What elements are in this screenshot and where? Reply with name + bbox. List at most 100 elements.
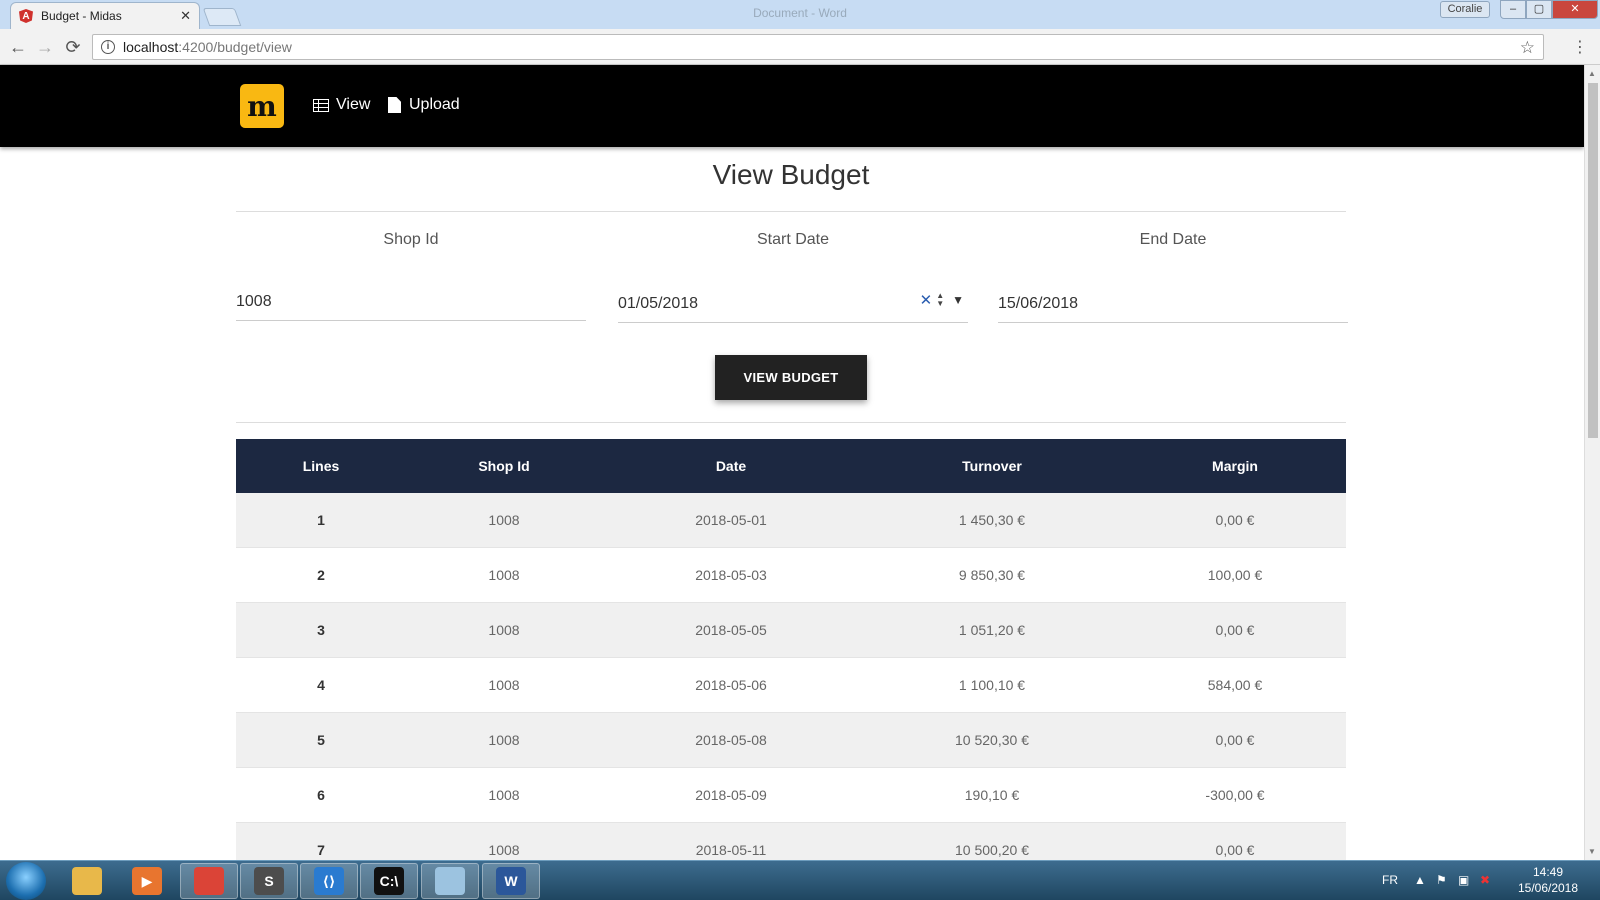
- header-shop-id[interactable]: Shop Id: [406, 458, 602, 474]
- forward-icon[interactable]: →: [35, 37, 55, 57]
- taskbar-app-chrome[interactable]: [180, 863, 238, 899]
- date-cell: 2018-05-05: [695, 622, 767, 638]
- table-row[interactable]: 4 1008 2018-05-06 1 100,10 € 584,00 €: [236, 658, 1346, 713]
- turnover-cell: 190,10 €: [964, 787, 1020, 803]
- date-cell: 2018-05-09: [695, 787, 767, 803]
- date-cell: 2018-05-03: [695, 567, 767, 583]
- taskbar-app-vscode[interactable]: ⟨⟩: [300, 863, 358, 899]
- table-body: 1 1008 2018-05-01 1 450,30 € 0,00 € 2 1008 2018…: [236, 493, 1346, 878]
- date-spinner[interactable]: ▲ ▼: [936, 292, 944, 308]
- profile-badge[interactable]: Coralie: [1440, 1, 1490, 18]
- line-cell: 4: [317, 677, 325, 693]
- spin-down-icon[interactable]: ▼: [936, 300, 944, 308]
- start-date-input[interactable]: [618, 283, 968, 319]
- turnover-cell: 1 100,10 €: [958, 677, 1026, 693]
- shop-id-cell: 1008: [488, 622, 520, 638]
- explorer-icon: [72, 867, 102, 895]
- date-controls: ✕ ▲ ▼ ▼: [920, 291, 964, 310]
- media-player-icon: ▶: [132, 867, 162, 895]
- margin-cell: -300,00 €: [1205, 787, 1265, 803]
- browser-toolbar: ← → ⟳ i localhost:4200/budget/view ☆ ⋮: [0, 29, 1600, 65]
- margin-cell: 0,00 €: [1215, 842, 1255, 858]
- windows-taskbar: ▶ S ⟨⟩ C:\ W FR ▲ ⚑ ▣ ✖ 14:49 15/06/2018: [0, 860, 1600, 900]
- address-bar[interactable]: i localhost:4200/budget/view ☆: [92, 34, 1544, 60]
- line-cell: 1: [317, 512, 325, 528]
- url-path: :4200/budget/view: [178, 39, 292, 55]
- back-icon[interactable]: ←: [8, 37, 28, 57]
- line-cell: 7: [317, 842, 325, 858]
- header-margin[interactable]: Margin: [1124, 458, 1346, 474]
- url-host: localhost: [123, 39, 179, 55]
- taskbar-app-explorer[interactable]: [58, 863, 116, 899]
- shop-id-cell: 1008: [488, 677, 520, 693]
- header-lines[interactable]: Lines: [236, 458, 406, 474]
- maximize-button[interactable]: ▢: [1526, 0, 1552, 19]
- reload-icon[interactable]: ⟳: [63, 37, 83, 57]
- site-info-icon[interactable]: i: [101, 40, 115, 54]
- volume-muted-icon[interactable]: ✖: [1480, 873, 1490, 887]
- margin-cell: 0,00 €: [1215, 732, 1255, 748]
- table-row[interactable]: 1 1008 2018-05-01 1 450,30 € 0,00 €: [236, 493, 1346, 548]
- view-budget-button[interactable]: VIEW BUDGET: [715, 355, 867, 400]
- header-date[interactable]: Date: [602, 458, 860, 474]
- table-row[interactable]: 5 1008 2018-05-08 10 520,30 € 0,00 €: [236, 713, 1346, 768]
- taskbar-app-word[interactable]: W: [482, 863, 540, 899]
- scroll-up-icon[interactable]: ▲: [1588, 69, 1596, 78]
- taskbar-clock[interactable]: 14:49 15/06/2018: [1508, 864, 1588, 896]
- taskbar-app-sublime[interactable]: S: [240, 863, 298, 899]
- table-row[interactable]: 3 1008 2018-05-05 1 051,20 € 0,00 €: [236, 603, 1346, 658]
- language-indicator[interactable]: FR: [1382, 873, 1398, 887]
- scroll-down-icon[interactable]: ▼: [1588, 847, 1596, 856]
- shop-id-cell: 1008: [488, 732, 520, 748]
- shop-id-cell: 1008: [488, 512, 520, 528]
- nav-link-label: Upload: [409, 96, 460, 113]
- taskbar-app-cmd[interactable]: C:\: [360, 863, 418, 899]
- shop-id-cell: 1008: [488, 842, 520, 858]
- network-icon[interactable]: ▣: [1458, 873, 1469, 887]
- margin-cell: 0,00 €: [1215, 622, 1255, 638]
- shop-id-input[interactable]: [236, 281, 586, 317]
- minimize-button[interactable]: –: [1500, 0, 1526, 19]
- word-icon: W: [496, 867, 526, 895]
- line-cell: 2: [317, 567, 325, 583]
- date-cell: 2018-05-08: [695, 732, 767, 748]
- shop-id-field: [236, 281, 586, 321]
- end-date-input[interactable]: [998, 283, 1348, 319]
- shop-id-label: Shop Id: [383, 231, 439, 248]
- clear-date-icon[interactable]: ✕: [920, 291, 933, 309]
- start-button[interactable]: [6, 862, 46, 900]
- close-window-button[interactable]: ✕: [1552, 0, 1598, 19]
- date-cell: 2018-05-11: [695, 842, 767, 858]
- table-row[interactable]: 6 1008 2018-05-09 190,10 € -300,00 €: [236, 768, 1346, 823]
- header-turnover[interactable]: Turnover: [860, 458, 1124, 474]
- page-title: View Budget: [712, 159, 870, 190]
- midas-logo[interactable]: m: [240, 84, 284, 128]
- app-navbar: m View Upload: [0, 65, 1584, 147]
- turnover-cell: 1 450,30 €: [958, 512, 1026, 528]
- table-row[interactable]: 2 1008 2018-05-03 9 850,30 € 100,00 €: [236, 548, 1346, 603]
- bookmark-star-icon[interactable]: ☆: [1520, 38, 1535, 58]
- action-center-flag-icon[interactable]: ⚑: [1436, 873, 1447, 887]
- date-dropdown-icon[interactable]: ▼: [952, 293, 964, 307]
- nav-link-label: View: [336, 96, 371, 113]
- tray-expand-icon[interactable]: ▲: [1414, 873, 1426, 887]
- date-cell: 2018-05-01: [695, 512, 767, 528]
- nav-link-upload[interactable]: Upload: [388, 96, 460, 114]
- margin-cell: 0,00 €: [1215, 512, 1255, 528]
- line-cell: 5: [317, 732, 325, 748]
- end-date-field: [998, 283, 1348, 323]
- cmd-icon: C:\: [374, 867, 404, 895]
- browser-menu-icon[interactable]: ⋮: [1572, 37, 1588, 57]
- taskbar-app-notepad[interactable]: [421, 863, 479, 899]
- scroll-thumb[interactable]: [1588, 83, 1598, 438]
- taskbar-app-media-player[interactable]: ▶: [118, 863, 176, 899]
- nav-link-view[interactable]: View: [313, 96, 370, 114]
- clock-date: 15/06/2018: [1517, 881, 1579, 895]
- clock-time: 14:49: [1532, 865, 1564, 879]
- divider: [236, 211, 1346, 212]
- turnover-cell: 10 520,30 €: [955, 732, 1029, 748]
- page-scrollbar[interactable]: ▲ ▼: [1584, 65, 1600, 860]
- notepad-icon: [435, 867, 465, 895]
- shop-id-cell: 1008: [488, 787, 520, 803]
- start-date-field: ✕ ▲ ▼ ▼: [618, 283, 968, 323]
